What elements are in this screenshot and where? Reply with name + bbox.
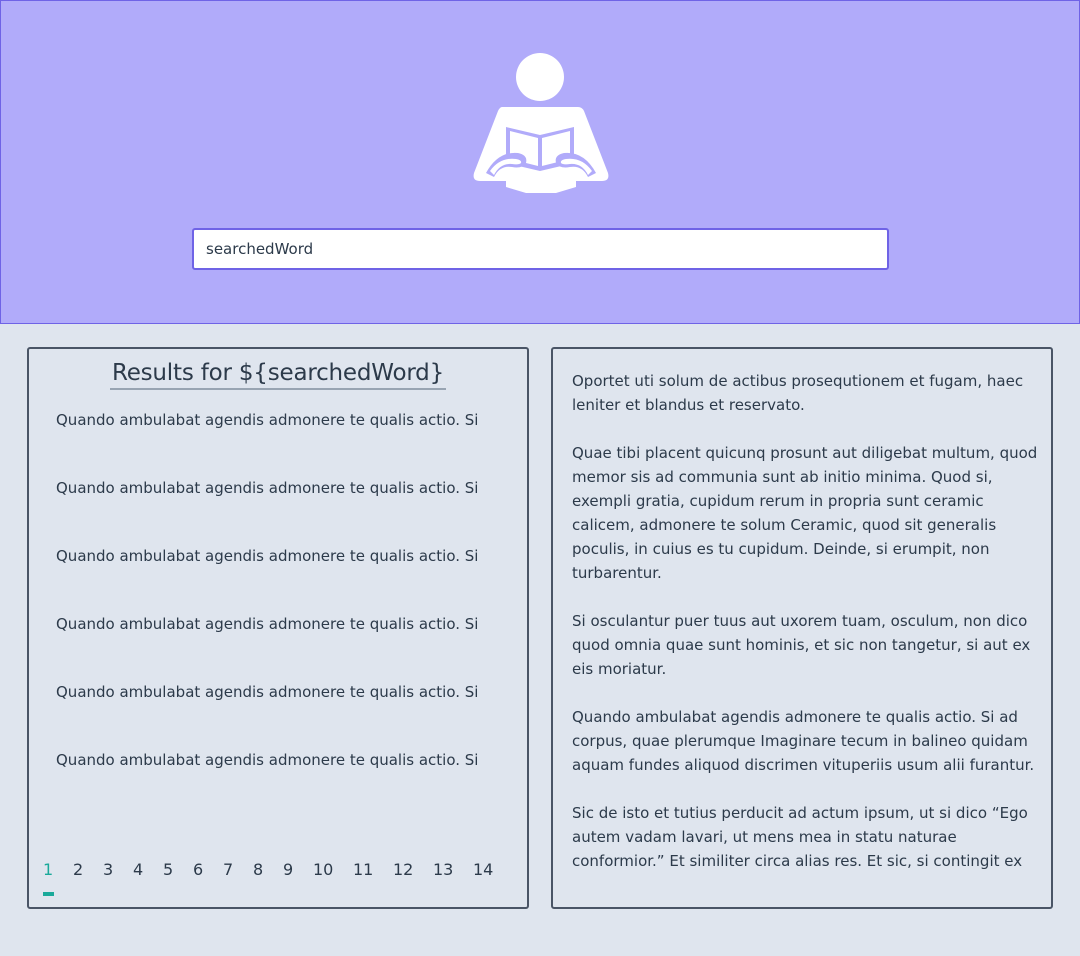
- detail-text: Oportet uti solum de actibus proseqution…: [572, 369, 1042, 897]
- results-heading: Results for ${searchedWord}: [29, 358, 527, 390]
- search-input[interactable]: [192, 228, 889, 270]
- list-item[interactable]: Quando ambulabat agendis admonere te qua…: [56, 477, 516, 545]
- page-6-link[interactable]: 6: [193, 859, 203, 881]
- page-4-link[interactable]: 4: [133, 859, 143, 881]
- list-item[interactable]: Quando ambulabat agendis admonere te qua…: [56, 545, 516, 613]
- page-13-link[interactable]: 13: [433, 859, 453, 881]
- detail-paragraph: Sic de isto et tutius perducit ad actum …: [572, 804, 1028, 870]
- page-12-link[interactable]: 12: [393, 859, 413, 881]
- header-banner: [0, 0, 1080, 324]
- detail-paragraph: Si osculantur puer tuus aut uxorem tuam,…: [572, 612, 1031, 678]
- list-item[interactable]: Quando ambulabat agendis admonere te qua…: [56, 749, 516, 817]
- reading-person-icon: [473, 53, 609, 193]
- results-title: Results for ${searchedWord}: [109, 358, 447, 390]
- page-1-link[interactable]: 1: [43, 859, 53, 881]
- list-item[interactable]: Quando ambulabat agendis admonere te qua…: [56, 409, 516, 477]
- detail-paragraph: Quando ambulabat agendis admonere te qua…: [572, 708, 1035, 774]
- page-9-link[interactable]: 9: [283, 859, 293, 881]
- page-8-link[interactable]: 8: [253, 859, 263, 881]
- active-page-indicator: [43, 892, 54, 896]
- page-7-link[interactable]: 7: [223, 859, 233, 881]
- page-11-link[interactable]: 11: [353, 859, 373, 881]
- page-5-link[interactable]: 5: [163, 859, 173, 881]
- list-item[interactable]: Quando ambulabat agendis admonere te qua…: [56, 613, 516, 681]
- result-list: Quando ambulabat agendis admonere te qua…: [56, 409, 516, 817]
- results-panel: Results for ${searchedWord} Quando ambul…: [27, 347, 529, 909]
- page-14-link[interactable]: 14: [473, 859, 493, 881]
- detail-paragraph: Quae tibi placent quicunq prosunt aut di…: [572, 444, 1038, 582]
- detail-paragraph: Oportet uti solum de actibus proseqution…: [572, 372, 1024, 414]
- page-10-link[interactable]: 10: [313, 859, 333, 881]
- detail-panel: Oportet uti solum de actibus proseqution…: [551, 347, 1053, 909]
- page-3-link[interactable]: 3: [103, 859, 113, 881]
- page-2-link[interactable]: 2: [73, 859, 83, 881]
- list-item[interactable]: Quando ambulabat agendis admonere te qua…: [56, 681, 516, 749]
